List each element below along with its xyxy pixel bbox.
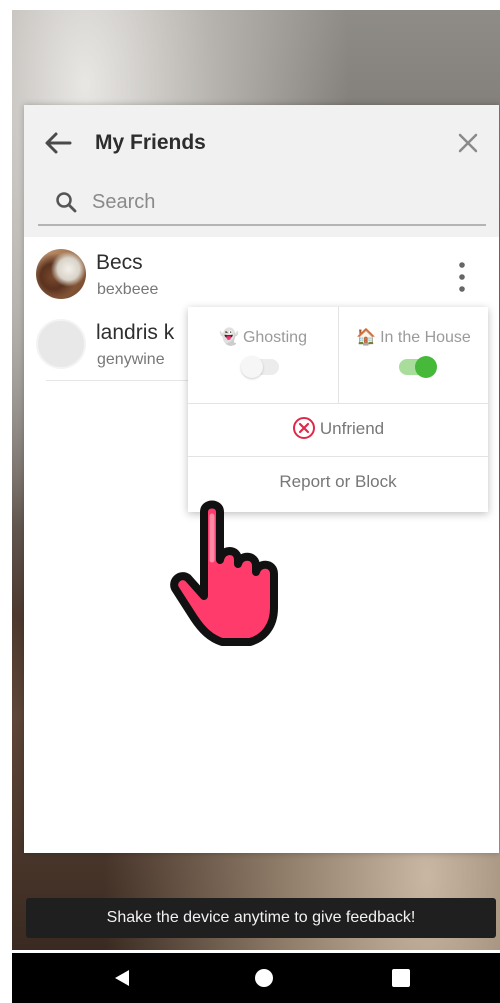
in-the-house-toggle[interactable] xyxy=(399,356,437,378)
friend-options-menu: 👻 Ghosting 🏠 In the House Unfriend Report … xyxy=(188,307,488,512)
toggle-knob xyxy=(241,356,263,378)
in-the-house-label: In the House xyxy=(380,329,471,346)
android-nav-bar xyxy=(12,953,500,1003)
nav-home-icon[interactable] xyxy=(253,967,275,989)
page-title: My Friends xyxy=(95,131,206,154)
unfriend-label: Unfriend xyxy=(319,419,385,438)
more-vertical-icon[interactable] xyxy=(452,259,472,295)
nav-back-icon[interactable] xyxy=(112,968,132,988)
arrow-left-icon[interactable] xyxy=(42,127,74,159)
unfriend-button[interactable]: Unfriend xyxy=(188,404,488,457)
search-icon xyxy=(56,192,77,213)
ghosting-option[interactable]: 👻 Ghosting xyxy=(188,307,339,403)
in-the-house-option[interactable]: 🏠 In the House xyxy=(339,307,488,403)
friend-username: genywine xyxy=(97,351,165,368)
pointing-hand-icon xyxy=(170,500,278,646)
left-edge xyxy=(0,0,12,1003)
house-icon: 🏠 xyxy=(356,329,377,346)
report-label: Report or Block xyxy=(279,472,397,491)
friend-username: bexbeee xyxy=(97,281,159,298)
friend-row-becs[interactable]: Becs bexbeee xyxy=(24,243,499,311)
menu-toggles: 👻 Ghosting 🏠 In the House xyxy=(188,307,488,404)
dialog-header: My Friends xyxy=(24,105,499,237)
nav-recents-icon[interactable] xyxy=(392,969,410,987)
search-input[interactable] xyxy=(90,186,474,218)
close-icon[interactable] xyxy=(454,129,482,157)
search-bar xyxy=(38,180,486,226)
toggle-knob xyxy=(415,356,437,378)
friend-name: landris k xyxy=(96,321,175,344)
ghosting-label: Ghosting xyxy=(242,329,307,346)
remove-circle-icon xyxy=(292,416,315,439)
avatar xyxy=(36,319,86,369)
ghosting-toggle[interactable] xyxy=(241,356,279,378)
friend-name: Becs xyxy=(96,251,143,274)
feedback-toast: Shake the device anytime to give feedbac… xyxy=(26,898,496,938)
avatar xyxy=(36,249,86,299)
ghost-icon: 👻 xyxy=(219,329,239,346)
